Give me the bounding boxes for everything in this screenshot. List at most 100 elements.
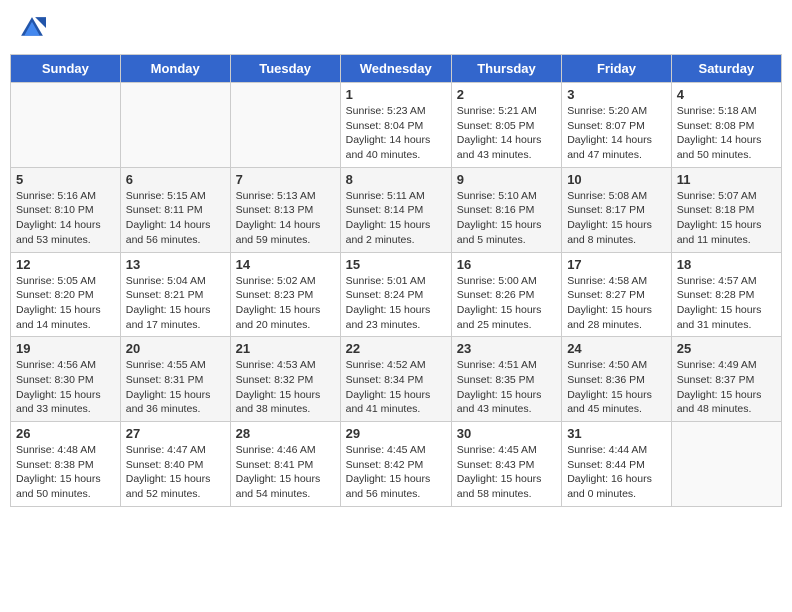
day-number: 2	[457, 87, 556, 102]
day-number: 16	[457, 257, 556, 272]
day-cell: 26 Sunrise: 4:48 AMSunset: 8:38 PMDayligh…	[11, 422, 121, 507]
day-number: 8	[346, 172, 446, 187]
day-cell: 13Sunrise: 5:04 AMSunset: 8:21 PMDayligh…	[120, 252, 230, 337]
day-cell: 11Sunrise: 5:07 AMSunset: 8:18 PMDayligh…	[671, 167, 781, 252]
day-info: Sunrise: 4:57 AMSunset: 8:28 PMDaylight:…	[677, 274, 776, 333]
day-number: 24	[567, 341, 666, 356]
weekday-header-thursday: Thursday	[451, 55, 561, 83]
logo-icon	[18, 14, 46, 42]
week-row-3: 12 Sunrise: 5:05 AMSunset: 8:20 PMDayligh…	[11, 252, 782, 337]
day-info: Sunrise: 5:02 AMSunset: 8:23 PMDaylight:…	[236, 274, 335, 333]
day-info: Sunrise: 4:47 AMSunset: 8:40 PMDaylight:…	[126, 443, 225, 502]
day-cell: 12 Sunrise: 5:05 AMSunset: 8:20 PMDayligh…	[11, 252, 121, 337]
day-number: 10	[567, 172, 666, 187]
day-info: Sunrise: 4:45 AMSunset: 8:43 PMDaylight:…	[457, 443, 556, 502]
day-number: 28	[236, 426, 335, 441]
day-number: 5	[16, 172, 115, 187]
day-info: Sunrise: 5:00 AMSunset: 8:26 PMDaylight:…	[457, 274, 556, 333]
day-number: 22	[346, 341, 446, 356]
day-info: Sunrise: 4:56 AMSunset: 8:30 PMDaylight:…	[16, 358, 115, 417]
day-info: Sunrise: 4:55 AMSunset: 8:31 PMDaylight:…	[126, 358, 225, 417]
day-cell: 17Sunrise: 4:58 AMSunset: 8:27 PMDayligh…	[562, 252, 672, 337]
weekday-header-saturday: Saturday	[671, 55, 781, 83]
day-info: Sunrise: 5:07 AMSunset: 8:18 PMDaylight:…	[677, 189, 776, 248]
day-number: 13	[126, 257, 225, 272]
day-cell: 24 Sunrise: 4:50 AMSunset: 8:36 PMDayligh…	[562, 337, 672, 422]
calendar-table: SundayMondayTuesdayWednesdayThursdayFrid…	[10, 54, 782, 507]
day-cell: 16 Sunrise: 5:00 AMSunset: 8:26 PMDayligh…	[451, 252, 561, 337]
day-cell: 20 Sunrise: 4:55 AMSunset: 8:31 PMDayligh…	[120, 337, 230, 422]
day-cell: 27 Sunrise: 4:47 AMSunset: 8:40 PMDayligh…	[120, 422, 230, 507]
week-row-5: 26 Sunrise: 4:48 AMSunset: 8:38 PMDayligh…	[11, 422, 782, 507]
day-cell: 3Sunrise: 5:20 AMSunset: 8:07 PMDaylight…	[562, 83, 672, 168]
day-cell: 30 Sunrise: 4:45 AMSunset: 8:43 PMDayligh…	[451, 422, 561, 507]
day-cell: 2Sunrise: 5:21 AMSunset: 8:05 PMDaylight…	[451, 83, 561, 168]
weekday-header-row: SundayMondayTuesdayWednesdayThursdayFrid…	[11, 55, 782, 83]
day-cell	[230, 83, 340, 168]
weekday-header-tuesday: Tuesday	[230, 55, 340, 83]
weekday-header-wednesday: Wednesday	[340, 55, 451, 83]
day-cell: 21Sunrise: 4:53 AMSunset: 8:32 PMDayligh…	[230, 337, 340, 422]
day-number: 21	[236, 341, 335, 356]
day-info: Sunrise: 5:20 AMSunset: 8:07 PMDaylight:…	[567, 104, 666, 163]
day-info: Sunrise: 5:01 AMSunset: 8:24 PMDaylight:…	[346, 274, 446, 333]
day-info: Sunrise: 4:52 AMSunset: 8:34 PMDaylight:…	[346, 358, 446, 417]
day-number: 30	[457, 426, 556, 441]
day-cell: 19 Sunrise: 4:56 AMSunset: 8:30 PMDayligh…	[11, 337, 121, 422]
weekday-header-sunday: Sunday	[11, 55, 121, 83]
weekday-header-friday: Friday	[562, 55, 672, 83]
day-cell: 4 Sunrise: 5:18 AMSunset: 8:08 PMDaylight…	[671, 83, 781, 168]
day-info: Sunrise: 4:48 AMSunset: 8:38 PMDaylight:…	[16, 443, 115, 502]
day-info: Sunrise: 5:11 AMSunset: 8:14 PMDaylight:…	[346, 189, 446, 248]
day-number: 27	[126, 426, 225, 441]
day-cell: 22 Sunrise: 4:52 AMSunset: 8:34 PMDayligh…	[340, 337, 451, 422]
logo	[18, 14, 50, 42]
day-number: 14	[236, 257, 335, 272]
header	[10, 10, 782, 46]
day-number: 26	[16, 426, 115, 441]
day-info: Sunrise: 5:05 AMSunset: 8:20 PMDaylight:…	[16, 274, 115, 333]
day-number: 1	[346, 87, 446, 102]
day-cell: 18 Sunrise: 4:57 AMSunset: 8:28 PMDayligh…	[671, 252, 781, 337]
day-info: Sunrise: 5:13 AMSunset: 8:13 PMDaylight:…	[236, 189, 335, 248]
week-row-1: 1 Sunrise: 5:23 AMSunset: 8:04 PMDaylight…	[11, 83, 782, 168]
day-info: Sunrise: 4:45 AMSunset: 8:42 PMDaylight:…	[346, 443, 446, 502]
day-info: Sunrise: 5:15 AMSunset: 8:11 PMDaylight:…	[126, 189, 225, 248]
day-number: 4	[677, 87, 776, 102]
day-number: 12	[16, 257, 115, 272]
day-cell: 6 Sunrise: 5:15 AMSunset: 8:11 PMDaylight…	[120, 167, 230, 252]
day-number: 19	[16, 341, 115, 356]
day-number: 23	[457, 341, 556, 356]
day-cell	[120, 83, 230, 168]
day-info: Sunrise: 5:18 AMSunset: 8:08 PMDaylight:…	[677, 104, 776, 163]
day-info: Sunrise: 4:50 AMSunset: 8:36 PMDaylight:…	[567, 358, 666, 417]
day-cell: 5 Sunrise: 5:16 AMSunset: 8:10 PMDaylight…	[11, 167, 121, 252]
day-number: 7	[236, 172, 335, 187]
day-cell: 15 Sunrise: 5:01 AMSunset: 8:24 PMDayligh…	[340, 252, 451, 337]
day-number: 15	[346, 257, 446, 272]
day-number: 6	[126, 172, 225, 187]
day-info: Sunrise: 5:23 AMSunset: 8:04 PMDaylight:…	[346, 104, 446, 163]
day-cell: 10 Sunrise: 5:08 AMSunset: 8:17 PMDayligh…	[562, 167, 672, 252]
day-info: Sunrise: 5:08 AMSunset: 8:17 PMDaylight:…	[567, 189, 666, 248]
day-cell: 8 Sunrise: 5:11 AMSunset: 8:14 PMDaylight…	[340, 167, 451, 252]
weekday-header-monday: Monday	[120, 55, 230, 83]
week-row-2: 5 Sunrise: 5:16 AMSunset: 8:10 PMDaylight…	[11, 167, 782, 252]
day-info: Sunrise: 4:46 AMSunset: 8:41 PMDaylight:…	[236, 443, 335, 502]
day-cell: 31Sunrise: 4:44 AMSunset: 8:44 PMDayligh…	[562, 422, 672, 507]
day-cell: 29Sunrise: 4:45 AMSunset: 8:42 PMDayligh…	[340, 422, 451, 507]
day-info: Sunrise: 4:44 AMSunset: 8:44 PMDaylight:…	[567, 443, 666, 502]
day-cell: 9Sunrise: 5:10 AMSunset: 8:16 PMDaylight…	[451, 167, 561, 252]
day-info: Sunrise: 5:16 AMSunset: 8:10 PMDaylight:…	[16, 189, 115, 248]
day-cell: 14 Sunrise: 5:02 AMSunset: 8:23 PMDayligh…	[230, 252, 340, 337]
day-cell: 1 Sunrise: 5:23 AMSunset: 8:04 PMDaylight…	[340, 83, 451, 168]
day-cell: 28 Sunrise: 4:46 AMSunset: 8:41 PMDayligh…	[230, 422, 340, 507]
day-info: Sunrise: 5:10 AMSunset: 8:16 PMDaylight:…	[457, 189, 556, 248]
day-number: 17	[567, 257, 666, 272]
day-cell: 23Sunrise: 4:51 AMSunset: 8:35 PMDayligh…	[451, 337, 561, 422]
page: SundayMondayTuesdayWednesdayThursdayFrid…	[0, 0, 792, 517]
day-number: 25	[677, 341, 776, 356]
day-number: 20	[126, 341, 225, 356]
day-number: 18	[677, 257, 776, 272]
day-cell	[671, 422, 781, 507]
